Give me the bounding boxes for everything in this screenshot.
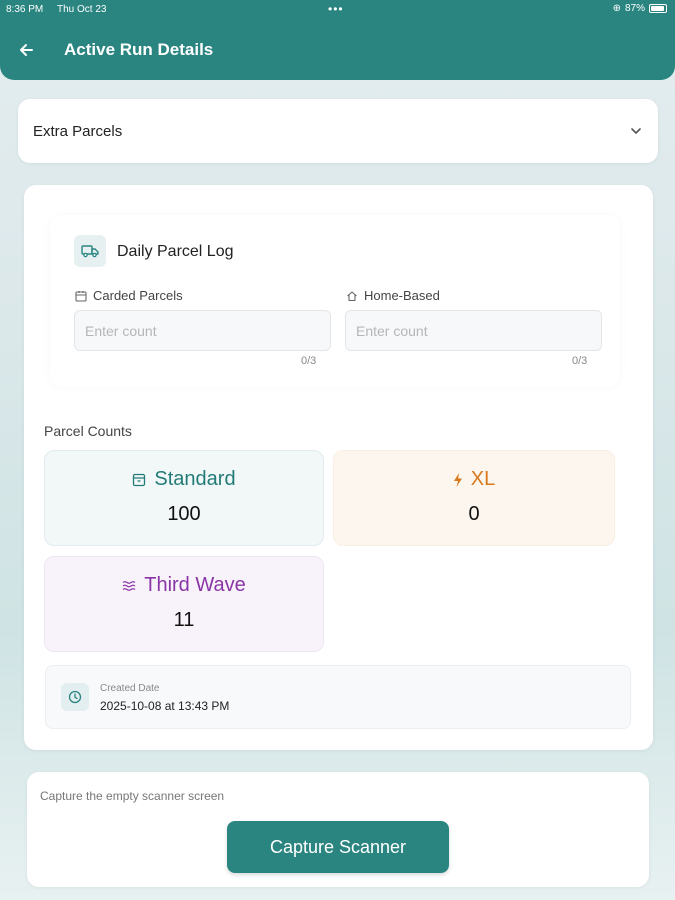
run-details-card: Daily Parcel Log Carded Parcels 0/3 Home…	[24, 185, 653, 750]
battery-percent: 87%	[624, 3, 645, 14]
page-title: Active Run Details	[64, 40, 214, 59]
status-bar: 8:36 PM Thu Oct 23 ••• ⊕ 87%	[0, 0, 675, 20]
parcel-counts-heading: Parcel Counts	[44, 423, 132, 439]
xl-value: 0	[468, 503, 480, 525]
box-icon	[133, 473, 146, 486]
app-header: 8:36 PM Thu Oct 23 ••• ⊕ 87% Active Run …	[0, 0, 675, 80]
truck-icon	[74, 235, 106, 267]
daily-parcel-log-title: Daily Parcel Log	[117, 243, 234, 260]
created-date-value: 2025-10-08 at 13:43 PM	[100, 699, 230, 713]
home-based-label: Home-Based	[346, 288, 440, 303]
third-wave-count-tile: Third Wave 11	[44, 556, 324, 652]
status-indicators: ⊕ 87%	[613, 3, 667, 14]
home-icon	[347, 290, 357, 301]
multitask-dots[interactable]: •••	[328, 2, 344, 16]
extra-parcels-label: Extra Parcels	[33, 122, 123, 140]
xl-count-tile: XL 0	[333, 450, 615, 546]
bolt-icon	[453, 472, 462, 487]
clock-icon	[61, 683, 89, 711]
standard-label: Standard	[154, 468, 236, 490]
home-based-counter: 0/3	[572, 355, 588, 367]
arrow-left-icon	[20, 44, 33, 56]
back-button[interactable]	[14, 38, 38, 62]
capture-scanner-button[interactable]: Capture Scanner	[227, 821, 449, 873]
scanner-hint: Capture the empty scanner screen	[40, 789, 225, 803]
battery-icon	[649, 4, 667, 13]
status-time: 8:36 PM	[6, 4, 44, 15]
daily-parcel-log: Daily Parcel Log Carded Parcels 0/3 Home…	[50, 215, 620, 387]
location-icon: ⊕	[612, 3, 621, 14]
third-wave-label: Third Wave	[144, 574, 246, 596]
third-wave-value: 11	[173, 609, 195, 631]
carded-parcels-counter: 0/3	[301, 355, 317, 367]
carded-parcels-text: Carded Parcels	[93, 288, 183, 303]
extra-parcels-dropdown[interactable]: Extra Parcels	[18, 99, 658, 163]
standard-value: 100	[167, 503, 201, 525]
created-date-box: Created Date 2025-10-08 at 13:43 PM	[45, 665, 631, 729]
home-based-input[interactable]	[345, 310, 602, 351]
status-date: Thu Oct 23	[57, 4, 107, 15]
home-based-text: Home-Based	[364, 288, 440, 303]
created-date-label: Created Date	[100, 683, 160, 694]
standard-count-tile: Standard 100	[44, 450, 324, 546]
chevron-down-icon	[631, 128, 641, 134]
calendar-icon	[75, 290, 87, 302]
carded-parcels-input[interactable]	[74, 310, 331, 351]
carded-parcels-label: Carded Parcels	[75, 288, 183, 303]
waves-icon	[122, 580, 136, 591]
scanner-panel: Capture the empty scanner screen Capture…	[27, 772, 649, 887]
xl-label: XL	[470, 468, 496, 490]
